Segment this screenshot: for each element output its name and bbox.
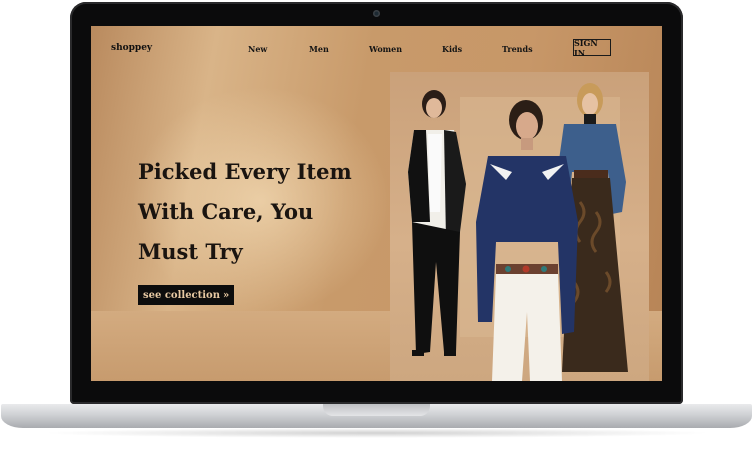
see-collection-button[interactable]: see collection » xyxy=(138,285,235,305)
nav-women[interactable]: Women xyxy=(369,44,402,54)
laptop-shadow xyxy=(40,428,713,438)
laptop-notch xyxy=(323,404,430,416)
headline-line-1: Picked Every Item xyxy=(138,159,352,184)
models-illustration xyxy=(408,83,628,381)
cta-label: see collection xyxy=(143,289,221,301)
website-screen: shoppey New Men Women Kids Trends SIGN I… xyxy=(91,26,662,381)
nav-new[interactable]: New xyxy=(248,44,267,54)
double-chevron-right-icon: » xyxy=(223,289,230,301)
sign-in-button[interactable]: SIGN IN xyxy=(573,38,611,58)
model-left xyxy=(408,90,466,356)
hero-photo xyxy=(390,72,649,381)
nav-kids[interactable]: Kids xyxy=(442,44,462,54)
hero-headline: Picked Every Item With Care, You Must Tr… xyxy=(138,152,358,272)
nav-men[interactable]: Men xyxy=(309,44,329,54)
headline-line-3: Must Try xyxy=(138,239,243,264)
webcam-icon xyxy=(373,10,380,17)
site-logo[interactable]: shoppey xyxy=(111,43,152,53)
headline-line-2: With Care, You xyxy=(138,199,314,224)
nav-trends[interactable]: Trends xyxy=(502,44,533,54)
